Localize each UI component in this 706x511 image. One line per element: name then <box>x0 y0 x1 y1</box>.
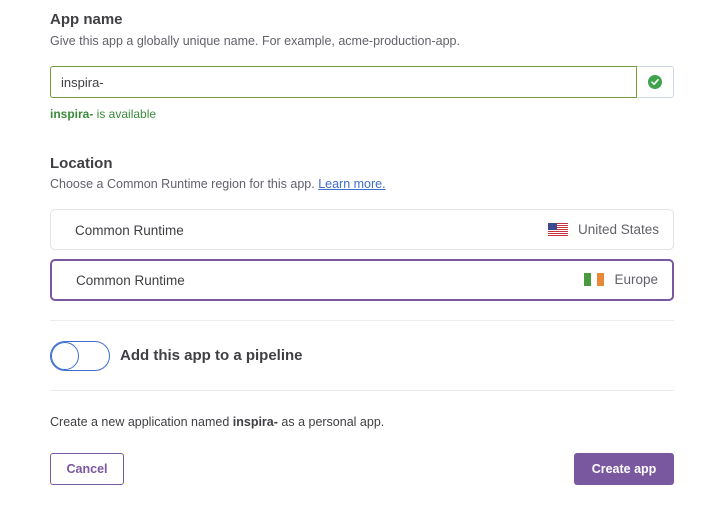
us-flag-icon <box>547 223 568 236</box>
region-location: United States <box>547 222 659 237</box>
create-app-form: App name Give this app a globally unique… <box>0 0 706 511</box>
summary-app-name: inspira- <box>232 415 278 429</box>
availability-app-name: inspira- <box>50 107 94 121</box>
pipeline-toggle-label: Add this app to a pipeline <box>120 347 303 364</box>
availability-message: inspira- is available <box>50 107 156 121</box>
region-option-united-states[interactable]: Common Runtime United States <box>50 209 674 250</box>
summary-suffix: as a personal app. <box>277 415 385 429</box>
pipeline-toggle[interactable] <box>50 341 110 371</box>
region-location: Europe <box>584 272 658 287</box>
location-help-text: Choose a Common Runtime region for this … <box>50 177 319 191</box>
app-name-help: Give this app a globally unique name. Fo… <box>50 34 460 48</box>
location-help: Choose a Common Runtime region for this … <box>50 177 386 191</box>
location-heading: Location <box>50 155 113 172</box>
divider <box>50 390 674 391</box>
region-option-europe[interactable]: Common Runtime Europe <box>50 259 674 301</box>
app-name-input[interactable] <box>50 66 637 98</box>
cancel-button[interactable]: Cancel <box>50 453 124 485</box>
divider <box>50 320 674 321</box>
toggle-knob <box>51 342 79 370</box>
check-circle-icon <box>648 75 662 89</box>
summary-prefix: Create a new application named <box>50 415 233 429</box>
ireland-flag-icon <box>584 273 605 286</box>
region-location-label: Europe <box>614 272 658 287</box>
app-name-field-group <box>50 66 674 98</box>
create-app-button[interactable]: Create app <box>574 453 674 485</box>
create-summary: Create a new application named inspira- … <box>50 415 384 429</box>
region-runtime-label: Common Runtime <box>76 273 185 288</box>
learn-more-link[interactable]: Learn more. <box>318 177 385 191</box>
availability-indicator <box>637 66 674 98</box>
app-name-heading: App name <box>50 11 123 28</box>
region-runtime-label: Common Runtime <box>75 223 184 238</box>
region-location-label: United States <box>577 222 659 237</box>
availability-status: is available <box>93 107 157 121</box>
